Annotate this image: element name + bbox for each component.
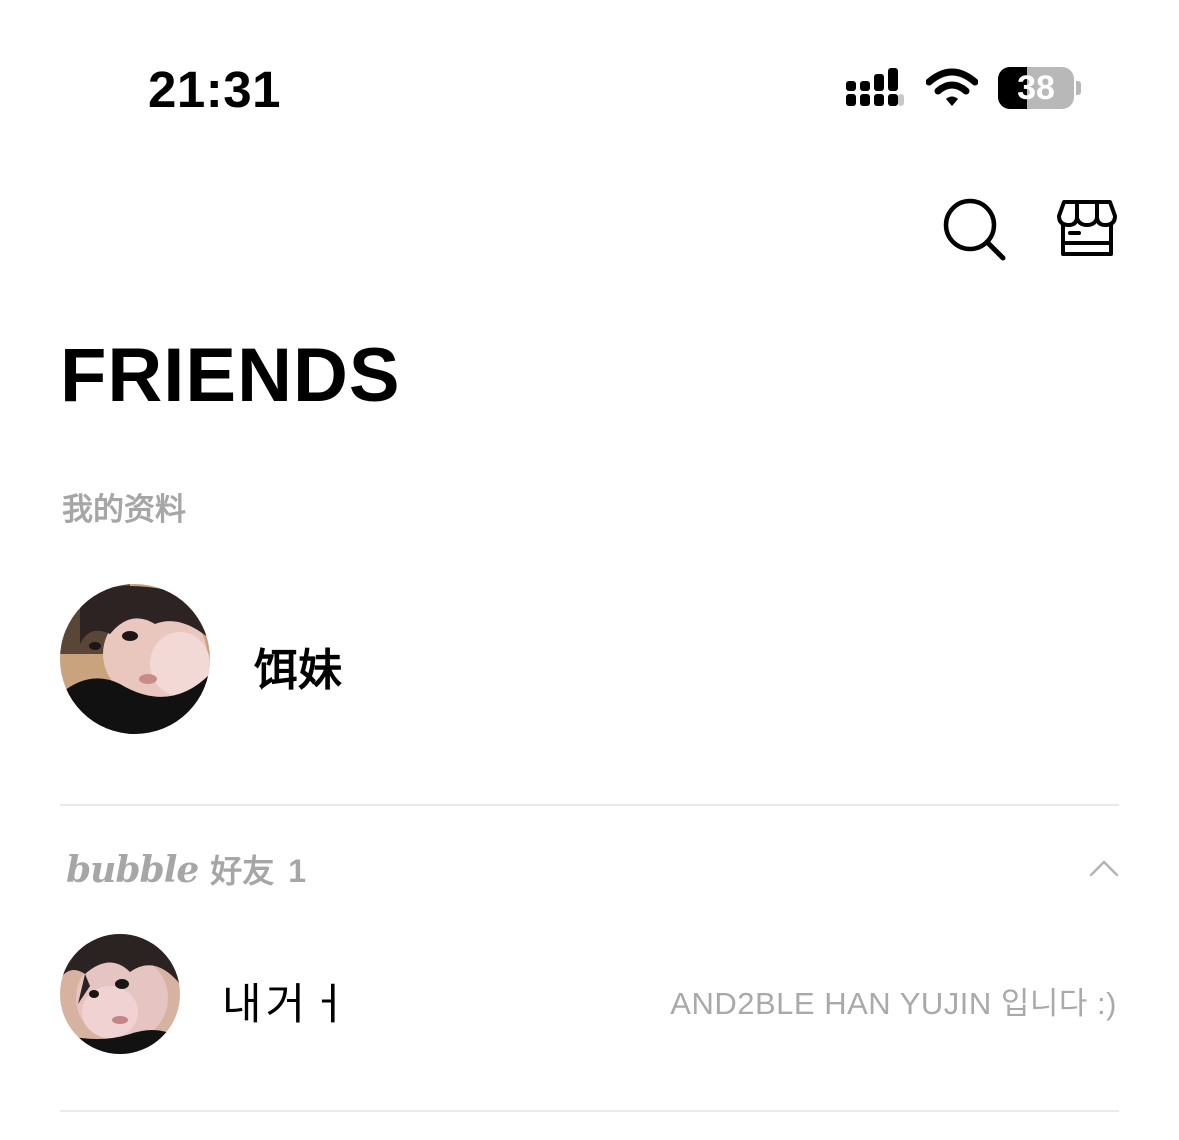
my-profile-avatar[interactable] (60, 584, 210, 734)
bubble-friends-label: 好友 (210, 852, 275, 890)
page-title: FRIENDS (60, 333, 401, 418)
store-icon (1057, 200, 1117, 256)
cellular-signal-icon (846, 68, 904, 106)
search-icon (943, 198, 1006, 261)
friend-status-message: AND2BLE HAN YUJIN 입니다 :) (670, 986, 1117, 1021)
friend-avatar[interactable] (60, 934, 180, 1054)
status-time: 21:31 (148, 61, 281, 118)
wifi-icon (926, 68, 978, 106)
friend-list-item[interactable]: 내거ㅓ AND2BLE HAN YUJIN 입니다 :) (60, 934, 1119, 1056)
my-profile-section-label: 我的资料 (62, 492, 186, 528)
battery-indicator: 38 (998, 67, 1082, 109)
friends-screen: 21:31 38 FRIENDS 我的资料 饵妹 bubble 好友 1 내거ㅓ… (0, 0, 1179, 1140)
bubble-friends-count: 1 (288, 853, 307, 889)
store-button[interactable] (1054, 196, 1120, 260)
collapse-bubble-friends-button[interactable] (1088, 856, 1120, 880)
bubble-logo: bubble (66, 849, 199, 891)
search-button[interactable] (940, 196, 1010, 266)
my-profile-name[interactable]: 饵妹 (254, 634, 342, 698)
friend-name: 내거ㅓ (222, 980, 353, 1030)
chevron-up-icon (1089, 860, 1119, 877)
battery-percent: 38 (1017, 69, 1055, 107)
section-divider (60, 1110, 1119, 1112)
section-divider (60, 804, 1119, 806)
bubble-friends-header: bubble 好友 1 (66, 846, 306, 892)
